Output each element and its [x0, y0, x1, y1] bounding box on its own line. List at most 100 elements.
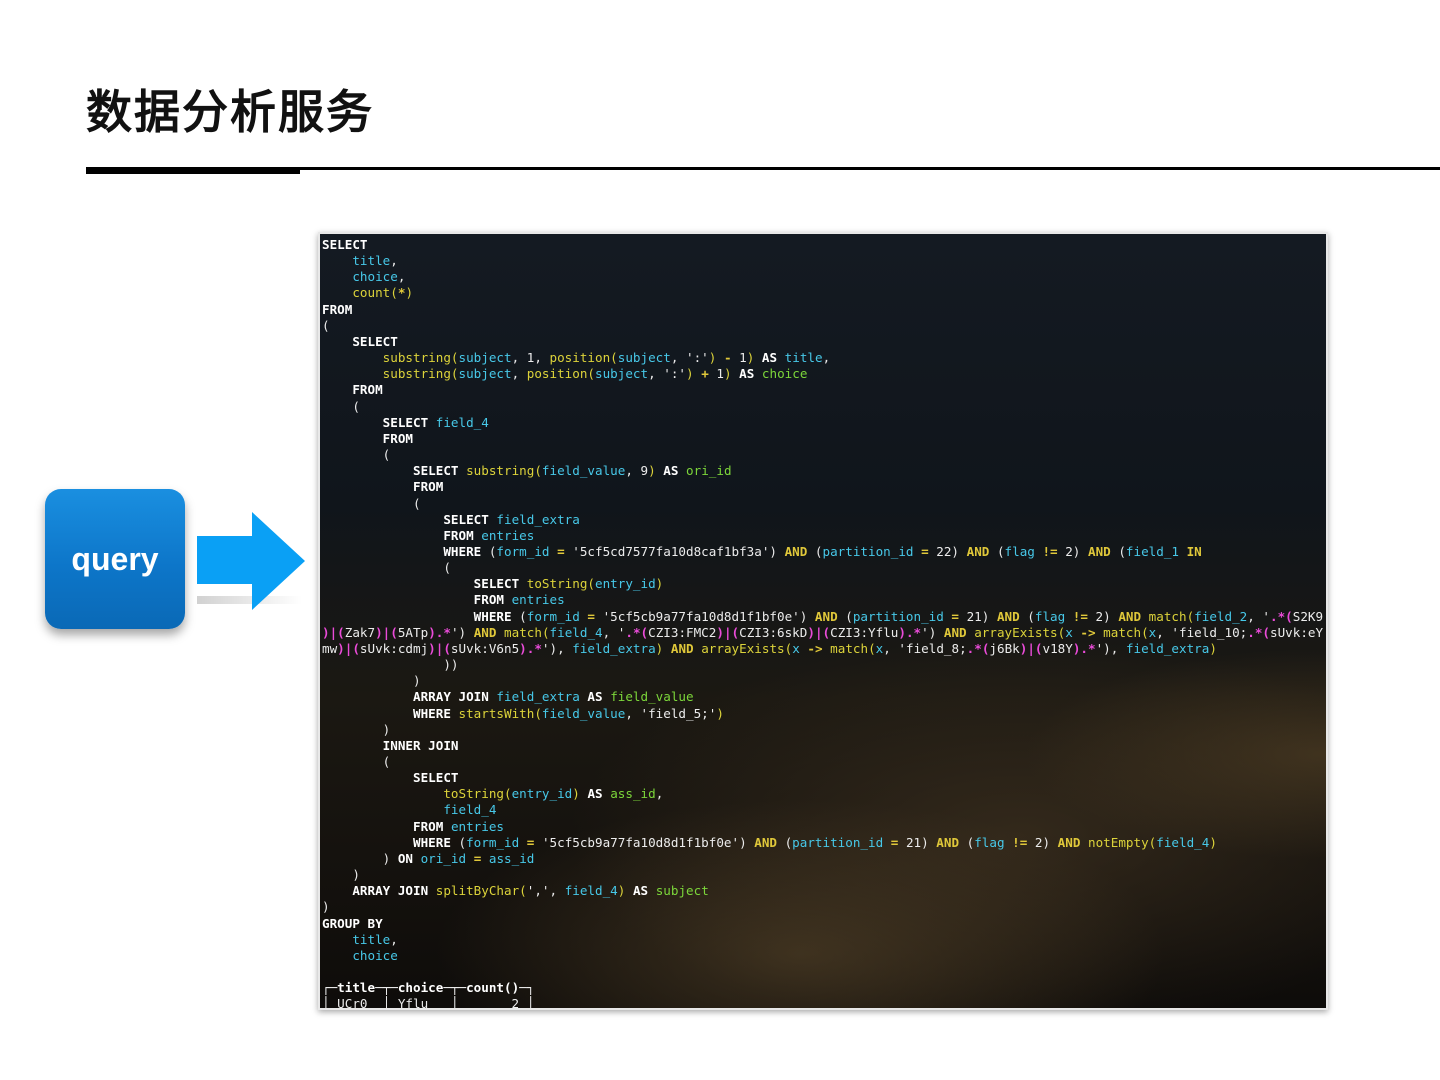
sql-operator: !=	[1042, 543, 1058, 559]
sql-text: , '	[602, 624, 626, 640]
sql-text: CZI3:Yflu	[830, 624, 899, 640]
sql-operator: +	[701, 366, 709, 382]
sql-identifier: entries	[450, 818, 505, 834]
sql-identifier: flag	[974, 834, 1005, 850]
sql-function: toString(	[443, 786, 512, 802]
sql-function: )	[686, 366, 694, 382]
sql-identifier: title	[352, 931, 391, 947]
sql-keyword: FROM	[413, 818, 444, 834]
sql-alias: choice	[761, 366, 808, 382]
sql-identifier: subject	[458, 366, 512, 382]
sql-keyword: AS	[663, 463, 679, 479]
sql-text: ┌─	[322, 980, 338, 996]
code-line: ARRAY JOIN splitByChar(',', field_4) AS …	[322, 883, 709, 899]
sql-regex: )|(	[807, 624, 831, 640]
sql-identifier: entry_id	[595, 576, 656, 592]
sql-function: )	[572, 786, 580, 802]
sql-keyword: SELECT	[443, 511, 489, 527]
sql-text: (	[481, 543, 497, 559]
sql-text: Zak7	[344, 624, 376, 640]
sql-identifier: flag	[1034, 608, 1066, 624]
sql-keyword: FROM	[322, 301, 353, 317]
sql-identifier: field_extra	[1125, 640, 1210, 656]
code-line: ARRAY JOIN field_extra AS field_value	[322, 689, 694, 704]
sql-text: (	[959, 834, 975, 850]
sql-text: , '	[1247, 608, 1270, 624]
sql-function: substring(	[382, 350, 459, 366]
result-header: count()	[466, 980, 520, 996]
sql-text: (	[322, 754, 391, 769]
sql-keyword: AS	[632, 883, 649, 899]
code-line: )	[322, 867, 360, 882]
sql-function: toString(	[526, 576, 595, 592]
code-line: (	[322, 318, 330, 333]
sql-function: match(	[504, 624, 550, 640]
sql-operator: AND	[1087, 543, 1111, 559]
sql-alias: subject	[655, 883, 709, 899]
code-line: substring(subject, position(subject, ':'…	[322, 366, 808, 382]
sql-identifier: x	[1065, 624, 1073, 640]
sql-text: '5cf5cd7577fa10d8caf1bf3a')	[564, 543, 785, 559]
sql-identifier: field_value	[541, 463, 626, 479]
sql-identifier: entry_id	[511, 786, 573, 802]
sql-identifier: entries	[511, 592, 565, 608]
sql-operator: AND	[754, 834, 777, 850]
sql-identifier: field_extra	[496, 689, 580, 705]
sql-identifier: title	[352, 253, 391, 269]
terminal-screenshot: SELECT title, choice, count(*) FROM ( SE…	[318, 232, 1328, 1010]
code-line: SELECT	[322, 237, 368, 252]
sql-text: , 'field_5;'	[625, 705, 717, 721]
code-line: SELECT toString(entry_id)	[322, 576, 664, 592]
sql-identifier: field_extra	[496, 511, 580, 527]
sql-function: )	[648, 463, 656, 479]
sql-keyword: SELECT	[473, 576, 520, 592]
sql-keyword: FROM	[382, 430, 414, 446]
sql-operator: =	[921, 543, 929, 559]
sql-text: mw	[322, 640, 338, 656]
sql-text: CZI3:FMC2	[648, 624, 717, 640]
sql-regex: ).*	[898, 624, 922, 640]
sql-text: (	[322, 317, 330, 333]
sql-text: )	[322, 721, 391, 737]
sql-identifier: flag	[1004, 543, 1035, 559]
sql-identifier: field_value	[541, 705, 626, 721]
sql-alias: field_value	[610, 689, 694, 705]
sql-operator: AND	[784, 543, 808, 559]
code-line: (	[322, 560, 451, 575]
sql-text: ,	[397, 269, 406, 285]
sql-alias: ass_id	[610, 786, 656, 802]
sql-regex: )|(	[322, 624, 345, 640]
sql-keyword: AS	[587, 786, 603, 802]
code-line: GROUP BY	[322, 916, 383, 931]
sql-keyword: ON	[397, 850, 413, 866]
sql-operator: !=	[1072, 608, 1088, 624]
sql-operator: -	[723, 350, 732, 366]
sql-regex: .*(	[1269, 608, 1293, 624]
sql-identifier: subject	[617, 350, 671, 366]
code-line: choice,	[322, 269, 405, 284]
query-badge-label: query	[71, 540, 159, 577]
code-line: FROM	[322, 431, 413, 446]
sql-text: 1	[708, 366, 724, 382]
sql-text: (	[322, 560, 451, 576]
code-line: toString(entry_id) AS ass_id,	[322, 786, 663, 801]
sql-text: )	[322, 899, 330, 915]
